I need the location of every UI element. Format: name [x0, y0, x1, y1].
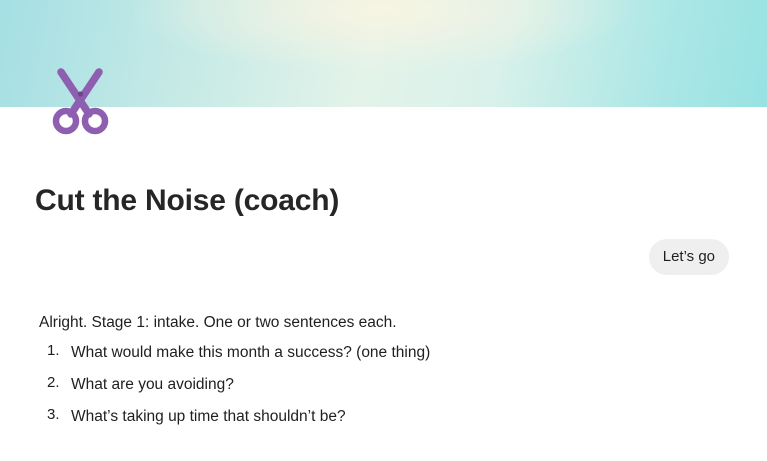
list-item-text: What would make this month a success? (o… [71, 344, 431, 361]
list-item-text: What are you avoiding? [71, 376, 234, 393]
question-list: 1. What would make this month a success?… [39, 333, 739, 429]
list-item: 2. What are you avoiding? [39, 365, 739, 397]
list-item-number: 2. [47, 374, 60, 391]
chat-page: Cut the Noise (coach) Let’s go Alright. … [0, 0, 767, 461]
scissors-icon [52, 68, 109, 135]
reply-intro: Alright. Stage 1: intake. One or two sen… [39, 314, 397, 331]
cover-banner [0, 0, 767, 107]
assistant-reply: Alright. Stage 1: intake. One or two sen… [39, 313, 739, 429]
list-item-text: What’s taking up time that shouldn’t be? [71, 408, 346, 425]
user-message-bubble: Let’s go [648, 239, 729, 275]
list-item: 1. What would make this month a success?… [39, 333, 739, 365]
list-item-number: 1. [47, 342, 60, 359]
page-title: Cut the Noise (coach) [35, 184, 340, 217]
list-item-number: 3. [47, 406, 60, 423]
list-item: 3. What’s taking up time that shouldn’t … [39, 397, 739, 429]
